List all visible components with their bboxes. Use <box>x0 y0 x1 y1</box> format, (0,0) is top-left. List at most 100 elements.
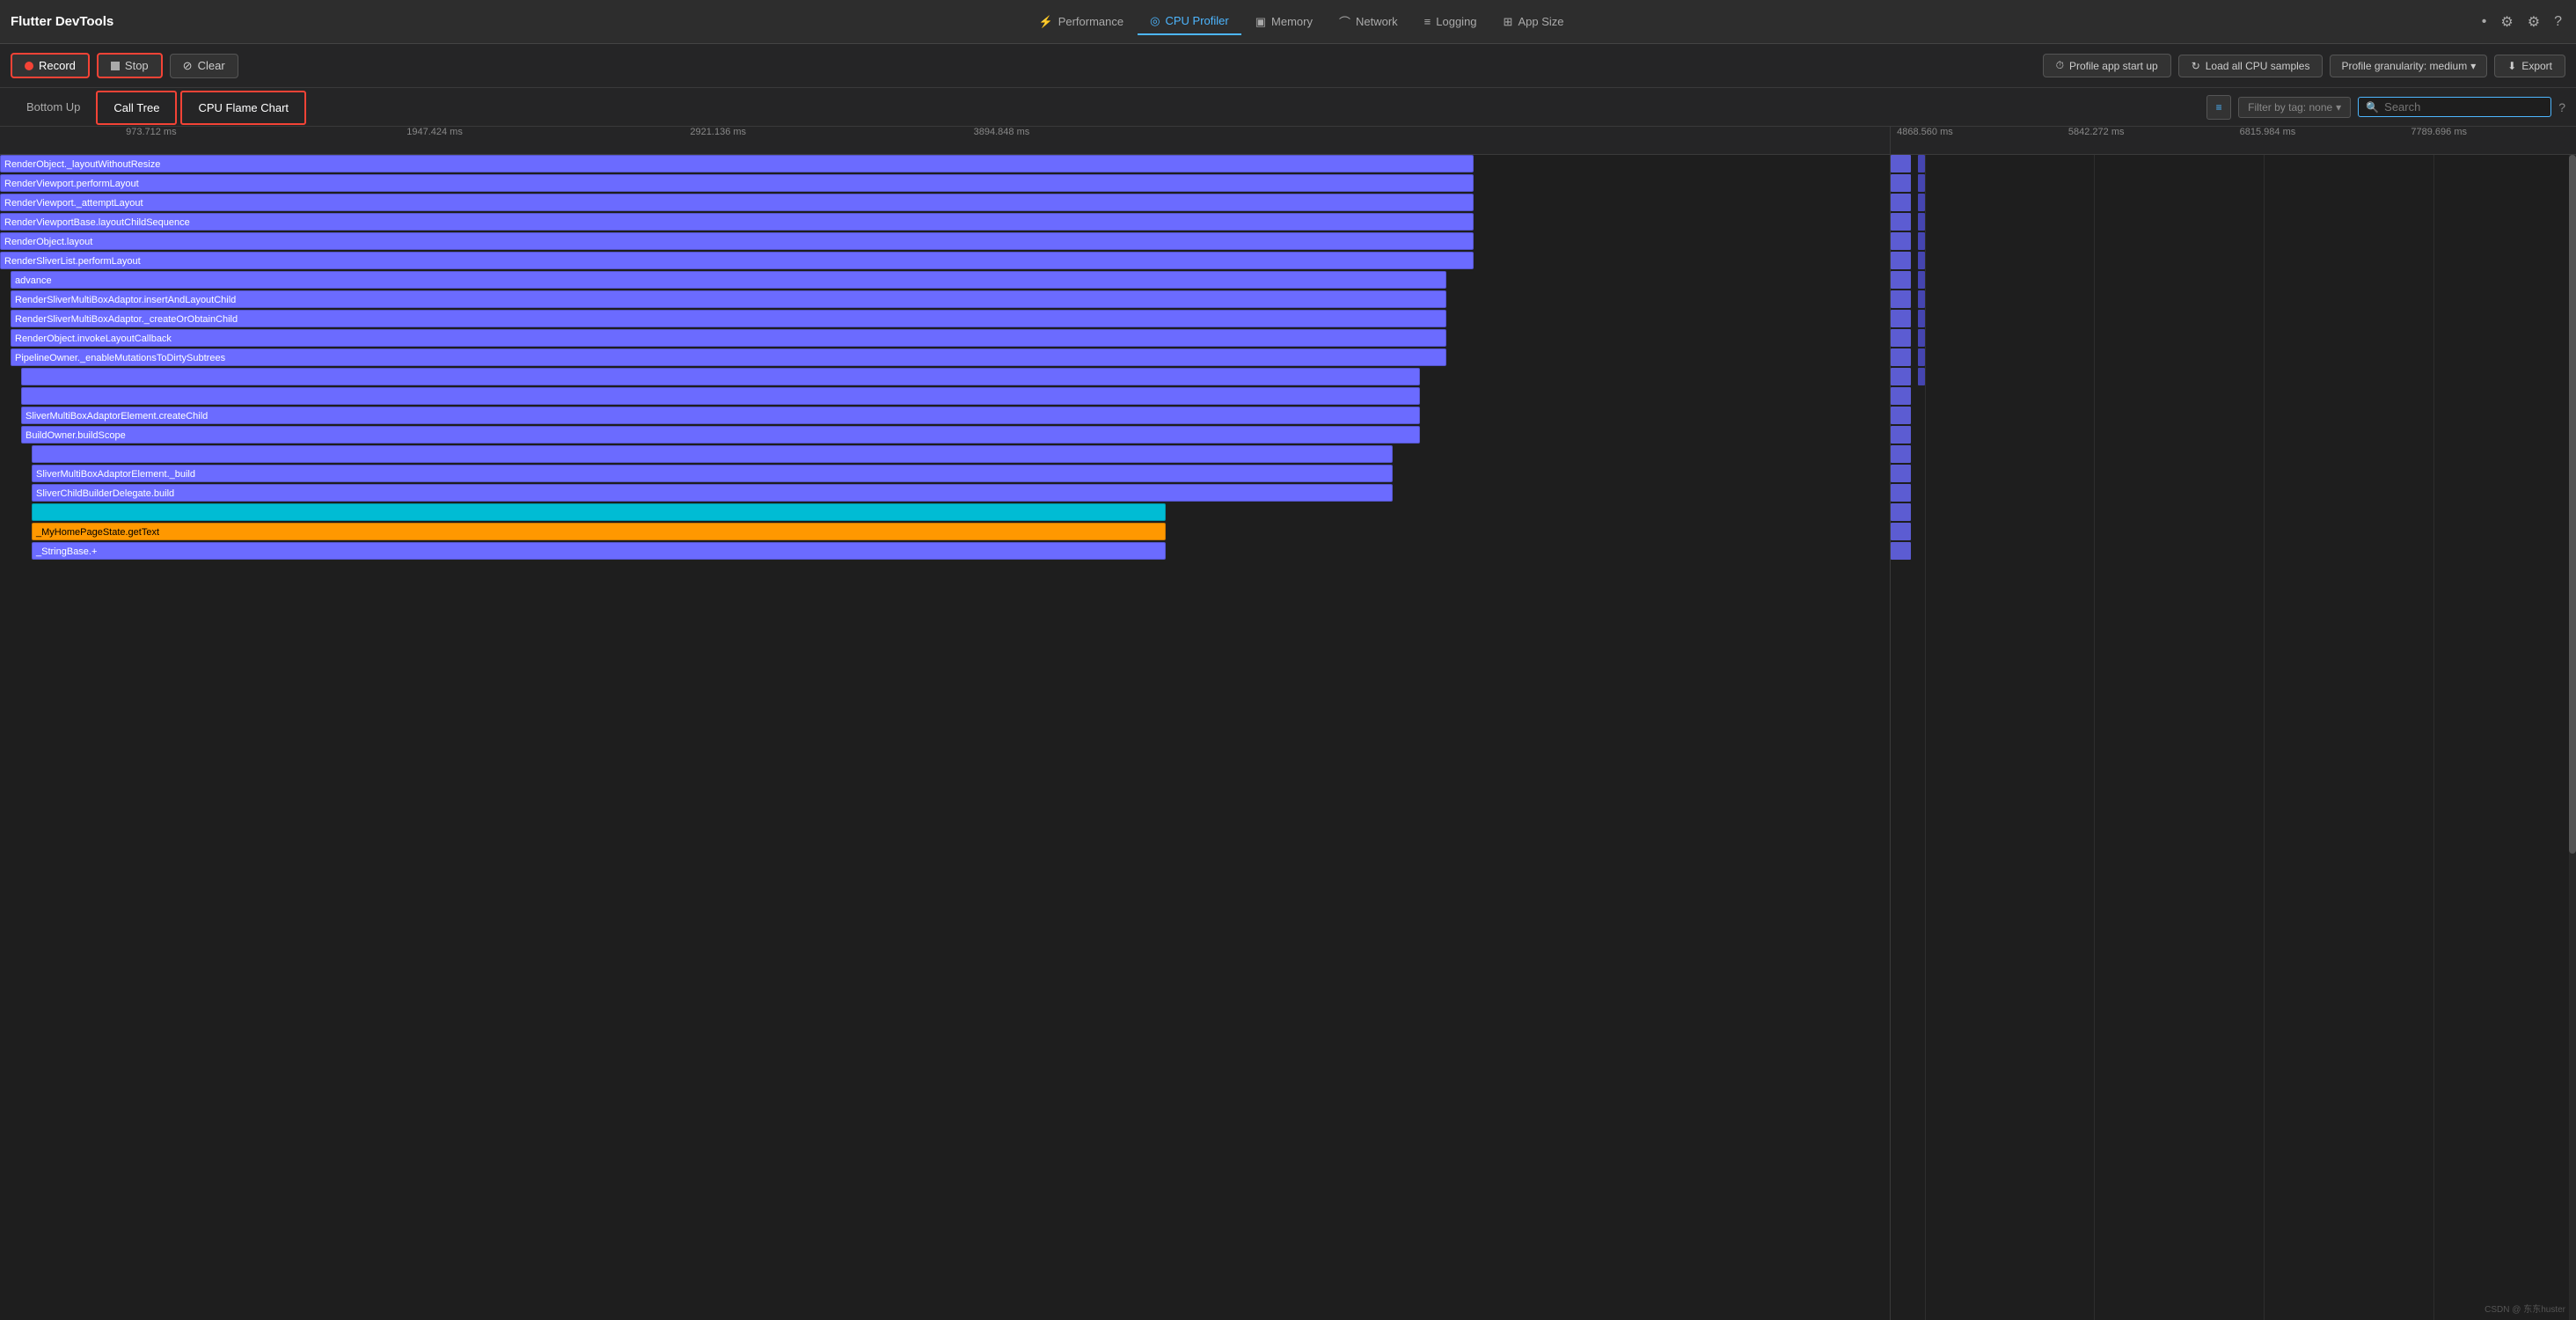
clear-button[interactable]: ⊘ Clear <box>170 54 238 78</box>
flame-block[interactable]: _StringBase.+ <box>32 542 1166 560</box>
tick-3: 3894.848 ms <box>974 127 1030 137</box>
flame-row[interactable]: _StringBase.+ <box>0 542 1890 561</box>
flame-block[interactable]: advance <box>11 271 1446 289</box>
flame-indent <box>0 368 21 387</box>
flame-row[interactable]: _MyHomePageState.getText <box>0 523 1890 542</box>
more-settings-icon[interactable]: ⚙ <box>2524 10 2543 34</box>
flame-block[interactable]: RenderViewportBase.layoutChildSequence <box>0 213 1474 231</box>
flame-block[interactable]: SliverMultiBoxAdaptorElement._build <box>32 465 1393 482</box>
flame-row[interactable]: RenderSliverList.performLayout <box>0 252 1890 271</box>
flame-block[interactable] <box>32 503 1166 521</box>
flame-block[interactable]: PipelineOwner._enableMutationsToDirtySub… <box>11 348 1446 366</box>
flame-indent <box>0 290 11 310</box>
flame-row[interactable]: RenderObject.layout <box>0 232 1890 252</box>
tab-network[interactable]: ⌒ Network <box>1327 8 1410 35</box>
flame-block[interactable]: _MyHomePageState.getText <box>32 523 1166 540</box>
flame-row[interactable]: SliverChildBuilderDelegate.build <box>0 484 1890 503</box>
filter-bar: ≡ Filter by tag: none ▾ 🔍 ? <box>2206 95 2565 120</box>
tab-performance[interactable]: ⚡ Performance <box>1027 10 1137 34</box>
right-flame-sparse <box>1891 155 2569 1320</box>
scrollbar-thumb[interactable] <box>2569 155 2576 854</box>
flame-block[interactable] <box>32 445 1393 463</box>
flame-block[interactable]: RenderObject.invokeLayoutCallback <box>11 329 1446 347</box>
tag-chevron-icon: ▾ <box>2336 101 2341 114</box>
search-help-icon[interactable]: ? <box>2558 100 2565 114</box>
flame-row[interactable]: RenderViewportBase.layoutChildSequence <box>0 213 1890 232</box>
flame-chart-left: RenderObject._layoutWithoutResize Render… <box>0 155 1890 1320</box>
flame-row[interactable] <box>0 387 1890 407</box>
flame-indent <box>0 407 21 426</box>
flame-row[interactable]: RenderSliverMultiBoxAdaptor._createOrObt… <box>0 310 1890 329</box>
profile-startup-button[interactable]: ⏱ Profile app start up <box>2043 54 2171 77</box>
subtab-bottom-up[interactable]: Bottom Up <box>11 92 96 124</box>
right-flame-indicator <box>1891 542 1911 560</box>
nav-tabs: ⚡ Performance ◎ CPU Profiler ▣ Memory ⌒ … <box>135 8 2468 35</box>
right-flame-indicator-2 <box>1918 252 1925 269</box>
flame-block[interactable]: SliverMultiBoxAdaptorElement.createChild <box>21 407 1420 424</box>
flame-row[interactable] <box>0 445 1890 465</box>
flame-row[interactable]: RenderObject.invokeLayoutCallback <box>0 329 1890 348</box>
flame-row[interactable]: PipelineOwner._enableMutationsToDirtySub… <box>0 348 1890 368</box>
tab-app-size[interactable]: ⊞ App Size <box>1491 10 1577 34</box>
tab-cpu-profiler[interactable]: ◎ CPU Profiler <box>1138 9 1241 35</box>
flame-row[interactable]: RenderViewport.performLayout <box>0 174 1890 194</box>
search-box[interactable]: 🔍 <box>2358 97 2551 117</box>
watermark: CSDN @ 东东huster <box>2485 1302 2565 1315</box>
app-size-icon: ⊞ <box>1504 15 1513 29</box>
flame-block[interactable]: RenderSliverList.performLayout <box>0 252 1474 269</box>
flame-block[interactable]: SliverChildBuilderDelegate.build <box>32 484 1393 502</box>
load-cpu-button[interactable]: ↻ Load all CPU samples <box>2178 55 2324 77</box>
flame-block[interactable]: RenderObject._layoutWithoutResize <box>0 155 1474 172</box>
filter-icon-button[interactable]: ≡ <box>2206 95 2231 120</box>
flame-block[interactable]: RenderObject.layout <box>0 232 1474 250</box>
subtab-cpu-flame-chart[interactable]: CPU Flame Chart <box>180 91 306 125</box>
settings-icon[interactable]: ⚙ <box>2497 10 2516 34</box>
logging-icon: ≡ <box>1424 15 1431 28</box>
flame-indent <box>0 426 21 445</box>
flame-row[interactable]: SliverMultiBoxAdaptorElement.createChild <box>0 407 1890 426</box>
subtab-call-tree[interactable]: Call Tree <box>96 91 177 125</box>
cpu-profiler-icon: ◎ <box>1150 14 1160 28</box>
flame-block[interactable]: RenderSliverMultiBoxAdaptor.insertAndLay… <box>11 290 1446 308</box>
flame-indent <box>0 387 21 407</box>
search-input[interactable] <box>2384 100 2543 114</box>
flame-indent <box>0 329 11 348</box>
flame-row[interactable]: SliverMultiBoxAdaptorElement._build <box>0 465 1890 484</box>
content-area: 973.712 ms 1947.424 ms 2921.136 ms 3894.… <box>0 127 2576 1320</box>
flame-indent <box>0 484 32 503</box>
right-tick-3: 7789.696 ms <box>2411 127 2467 137</box>
help-icon[interactable]: ? <box>2550 11 2565 33</box>
tab-memory[interactable]: ▣ Memory <box>1243 10 1325 34</box>
flame-block[interactable] <box>21 368 1420 385</box>
flame-row[interactable]: RenderViewport._attemptLayout <box>0 194 1890 213</box>
tag-filter-select[interactable]: Filter by tag: none ▾ <box>2238 97 2351 118</box>
flame-block[interactable]: RenderSliverMultiBoxAdaptor._createOrObt… <box>11 310 1446 327</box>
performance-icon: ⚡ <box>1039 15 1053 29</box>
granularity-button[interactable]: Profile granularity: medium ▾ <box>2330 55 2487 77</box>
right-flame-indicator <box>1891 368 1911 385</box>
export-button[interactable]: ⬇ Export <box>2494 55 2565 77</box>
tab-logging[interactable]: ≡ Logging <box>1412 10 1489 33</box>
flame-row[interactable]: advance <box>0 271 1890 290</box>
right-flame-indicator-2 <box>1918 348 1925 366</box>
flame-row[interactable] <box>0 503 1890 523</box>
flame-block[interactable]: RenderViewport._attemptLayout <box>0 194 1474 211</box>
flame-row[interactable] <box>0 368 1890 387</box>
flame-block[interactable]: BuildOwner.buildScope <box>21 426 1420 444</box>
right-flame-indicator <box>1891 348 1911 366</box>
chevron-down-icon: ▾ <box>2470 60 2476 72</box>
network-icon: ⌒ <box>1339 13 1350 30</box>
right-tick-0: 4868.560 ms <box>1897 127 1953 137</box>
stop-button[interactable]: Stop <box>97 53 163 78</box>
flame-row[interactable]: RenderObject._layoutWithoutResize <box>0 155 1890 174</box>
flame-block[interactable]: RenderViewport.performLayout <box>0 174 1474 192</box>
flame-block[interactable] <box>21 387 1420 405</box>
flame-row[interactable]: BuildOwner.buildScope <box>0 426 1890 445</box>
scrollbar-track <box>2569 155 2576 1320</box>
right-flame-indicator <box>1891 465 1911 482</box>
flame-row[interactable]: RenderSliverMultiBoxAdaptor.insertAndLay… <box>0 290 1890 310</box>
clear-icon: ⊘ <box>183 59 193 73</box>
tick-0: 973.712 ms <box>126 127 176 137</box>
record-button[interactable]: Record <box>11 53 90 78</box>
right-flame-indicator <box>1891 426 1911 444</box>
